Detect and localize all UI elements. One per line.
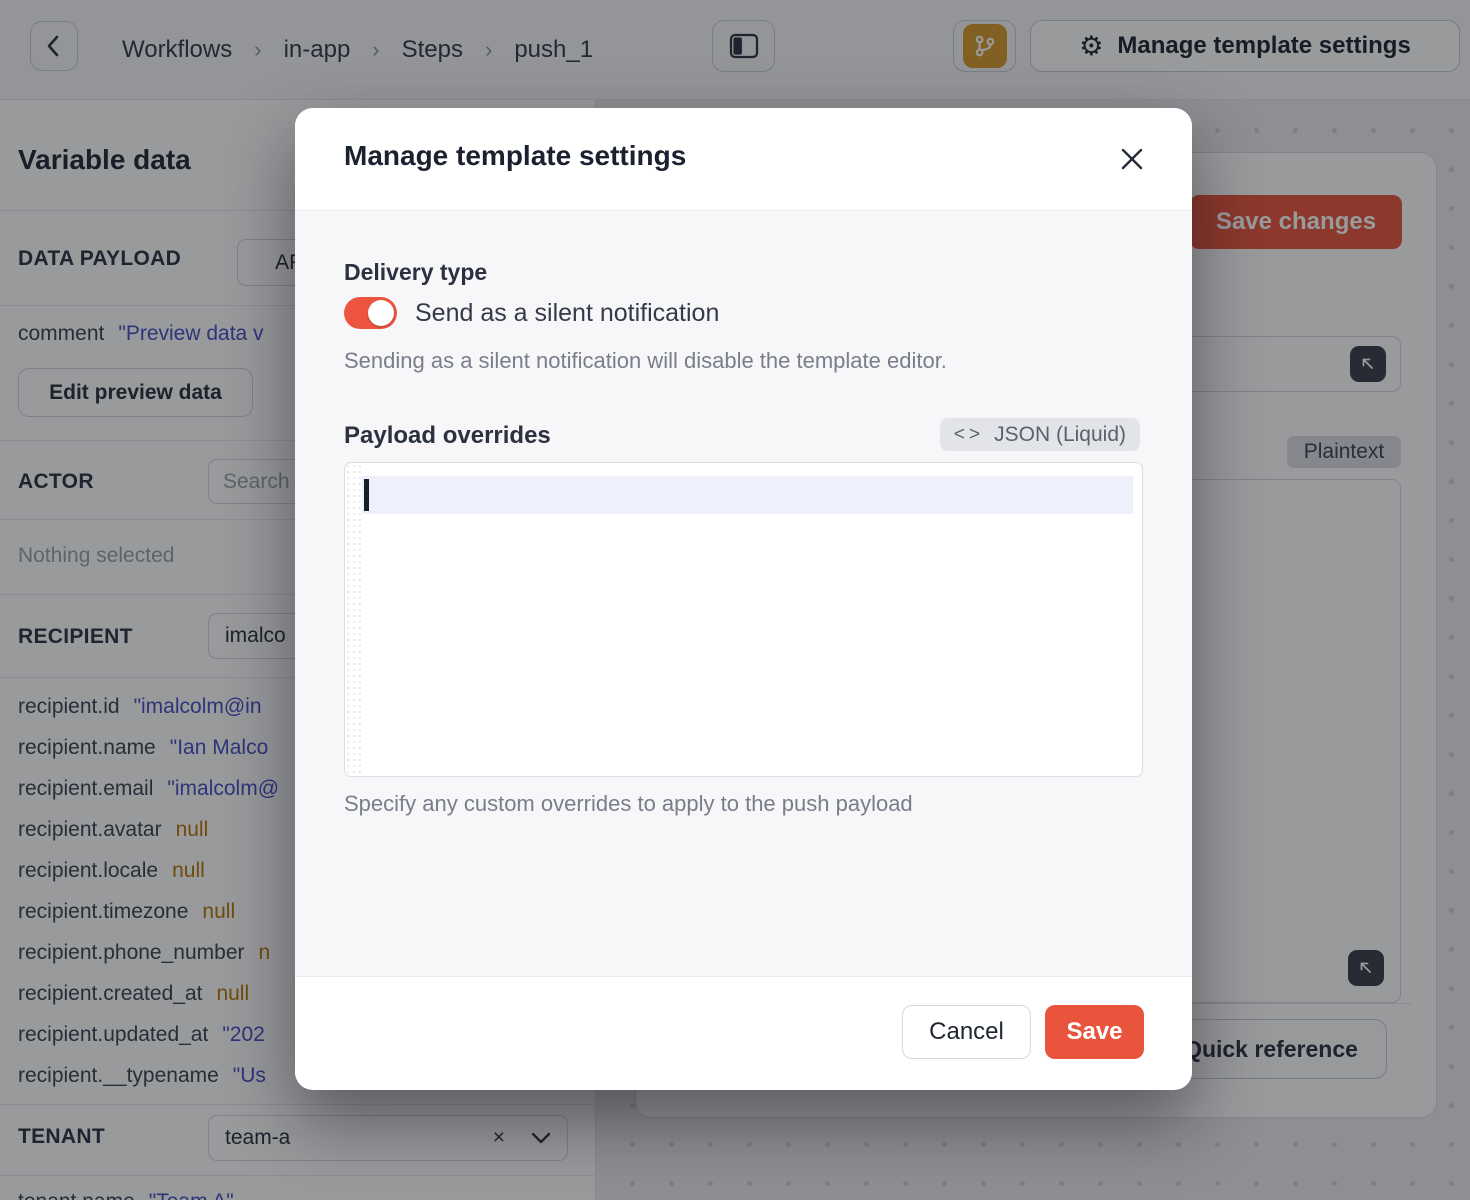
modal-title: Manage template settings [344, 140, 686, 172]
active-code-line [362, 476, 1133, 514]
cancel-button[interactable]: Cancel [902, 1005, 1031, 1059]
save-button[interactable]: Save [1045, 1005, 1144, 1059]
close-icon [1118, 145, 1146, 173]
app-screen: Workflows › in-app › Steps › push_1 [0, 0, 1470, 1200]
json-liquid-badge: <> JSON (Liquid) [940, 418, 1140, 451]
toggle-knob [368, 300, 394, 326]
text-cursor [364, 479, 369, 511]
payload-helper-text: Specify any custom overrides to apply to… [344, 791, 913, 817]
silent-notification-row: Send as a silent notification [344, 297, 719, 329]
silent-notification-toggle[interactable] [344, 297, 397, 329]
payload-overrides-editor[interactable] [344, 462, 1143, 777]
manage-template-settings-modal: Manage template settings Delivery type S… [295, 108, 1192, 1090]
delivery-type-heading: Delivery type [344, 259, 487, 286]
code-icon: <> [954, 424, 984, 446]
close-button[interactable] [1114, 141, 1150, 177]
modal-header: Manage template settings [295, 108, 1192, 210]
silent-notification-label: Send as a silent notification [415, 299, 719, 328]
payload-overrides-heading: Payload overrides [344, 422, 551, 450]
modal-body: Delivery type Send as a silent notificat… [295, 210, 1192, 977]
delivery-helper-text: Sending as a silent notification will di… [344, 348, 947, 374]
json-liquid-label: JSON (Liquid) [994, 423, 1126, 447]
modal-footer: Cancel Save [295, 977, 1192, 1088]
editor-gutter [345, 463, 361, 776]
